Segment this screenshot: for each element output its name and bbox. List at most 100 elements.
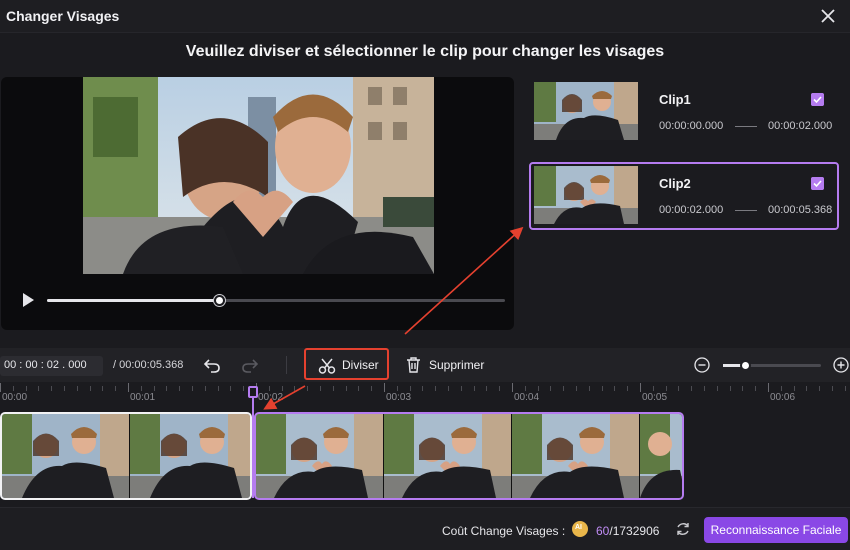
credits-used: 60 <box>596 524 610 538</box>
ruler-minor-tick <box>89 386 91 391</box>
ruler-label: 00:00 <box>2 392 28 403</box>
ruler-minor-tick <box>614 386 616 391</box>
ruler-minor-tick <box>166 386 168 391</box>
toolbar-divider <box>286 356 287 374</box>
ruler-minor-tick <box>678 386 680 391</box>
clip-frame <box>256 414 384 498</box>
refresh-icon[interactable] <box>675 521 691 537</box>
cost-label: Coût Change Visages : <box>442 524 566 538</box>
zoom-slider[interactable] <box>723 360 821 371</box>
ruler-minor-tick <box>550 386 552 391</box>
ruler-minor-tick <box>832 386 833 391</box>
ruler-minor-tick <box>704 386 705 391</box>
ruler-minor-tick <box>742 386 744 391</box>
progress-handle[interactable] <box>213 295 225 306</box>
credit-balance: 60/1732906 <box>596 524 659 538</box>
ruler-minor-tick <box>358 386 360 391</box>
face-recognition-label: Reconnaissance Faciale <box>710 523 842 537</box>
ruler-minor-tick <box>320 386 321 391</box>
ruler-minor-tick <box>243 386 245 391</box>
ruler-label: 00:03 <box>386 392 412 403</box>
clip-checkbox[interactable] <box>811 93 824 106</box>
face-recognition-button[interactable]: Reconnaissance Faciale <box>704 517 848 543</box>
clip-thumbnail <box>534 82 638 140</box>
ruler-minor-tick <box>793 386 795 391</box>
ruler-minor-tick <box>806 386 808 391</box>
ruler-minor-tick <box>716 386 718 391</box>
split-button[interactable]: Diviser <box>304 348 389 380</box>
ruler-minor-tick <box>537 386 539 391</box>
split-label: Diviser <box>342 358 379 372</box>
ruler-minor-tick <box>691 386 693 391</box>
progress-fill <box>47 299 219 302</box>
ruler-minor-tick <box>524 386 526 391</box>
ruler-minor-tick <box>102 386 104 391</box>
ruler-minor-tick <box>140 386 142 391</box>
ruler-minor-tick <box>409 386 411 391</box>
ruler-minor-tick <box>230 386 232 391</box>
clip-name: Clip1 <box>659 92 691 107</box>
ruler-minor-tick <box>499 386 501 391</box>
ruler-major-tick <box>640 383 641 392</box>
timeline-toolbar: 00 : 00 : 02 . 000 / 00:00:05.368 Divise… <box>0 348 850 382</box>
ruler-label: 00:02 <box>258 392 284 403</box>
clip-start-time: 00:00:02.000 <box>659 204 724 216</box>
ruler-minor-tick <box>307 386 309 391</box>
time-separator <box>735 210 757 211</box>
clip-end-time: 00:00:02.000 <box>768 120 833 132</box>
ruler-minor-tick <box>780 386 782 391</box>
ruler-label: 00:01 <box>130 392 156 403</box>
ruler-minor-tick <box>294 386 296 391</box>
video-frame <box>83 77 434 274</box>
zoom-in-icon[interactable] <box>833 357 849 373</box>
ruler-minor-tick <box>25 386 27 391</box>
ruler-minor-tick <box>486 386 488 391</box>
timeline-clip-1[interactable] <box>0 412 252 500</box>
ruler-minor-tick <box>473 386 475 391</box>
ruler-minor-tick <box>435 386 437 391</box>
current-time-field[interactable]: 00 : 00 : 02 . 000 <box>0 356 103 376</box>
ruler-minor-tick <box>563 386 565 391</box>
ruler-minor-tick <box>755 386 757 391</box>
clip-checkbox[interactable] <box>811 177 824 190</box>
footer-bar: Coût Change Visages : AI 60/1732906 Reco… <box>0 507 850 550</box>
ruler-minor-tick <box>819 386 821 391</box>
ruler-minor-tick <box>51 386 53 391</box>
ruler-minor-tick <box>448 386 449 391</box>
zoom-handle[interactable] <box>739 360 751 371</box>
clip-start-time: 00:00:00.000 <box>659 120 724 132</box>
ruler-minor-tick <box>192 386 193 391</box>
title-bar: Changer Visages <box>0 0 850 33</box>
clip-thumbnail <box>534 166 638 224</box>
window-title: Changer Visages <box>6 8 120 24</box>
ruler-minor-tick <box>217 386 219 391</box>
total-duration: / 00:00:05.368 <box>113 359 184 371</box>
ruler-minor-tick <box>665 386 667 391</box>
ruler-minor-tick <box>12 386 14 391</box>
ruler-minor-tick <box>115 386 117 391</box>
ruler-major-tick <box>128 383 129 392</box>
coin-symbol: AI <box>575 524 582 531</box>
clip-card-1[interactable]: Clip1 00:00:00.000 00:00:02.000 <box>529 78 839 146</box>
undo-icon[interactable] <box>203 356 221 374</box>
ruler-minor-tick <box>64 386 65 391</box>
ruler-label: 00:04 <box>514 392 540 403</box>
ruler-minor-tick <box>396 386 398 391</box>
timeline-clip-2[interactable] <box>254 412 684 500</box>
ruler-minor-tick <box>38 386 40 391</box>
clip-card-2[interactable]: Clip2 00:00:02.000 00:00:05.368 <box>529 162 839 230</box>
close-icon[interactable] <box>818 6 838 26</box>
timeline-ruler[interactable]: 00:00 00:01 00:02 00:03 00:04 00:05 00:06 <box>0 383 850 405</box>
redo-icon[interactable] <box>241 356 259 374</box>
playhead-handle[interactable] <box>248 386 258 398</box>
clip-end-time: 00:00:05.368 <box>768 204 833 216</box>
delete-button[interactable]: Supprimer <box>404 348 494 380</box>
delete-label: Supprimer <box>429 358 485 372</box>
ruler-minor-tick <box>179 386 181 391</box>
clip-frame <box>384 414 512 498</box>
playback-progress[interactable] <box>47 295 505 306</box>
play-icon[interactable] <box>21 292 35 308</box>
ruler-label: 00:05 <box>642 392 668 403</box>
zoom-out-icon[interactable] <box>694 357 710 373</box>
ruler-minor-tick <box>204 386 206 391</box>
